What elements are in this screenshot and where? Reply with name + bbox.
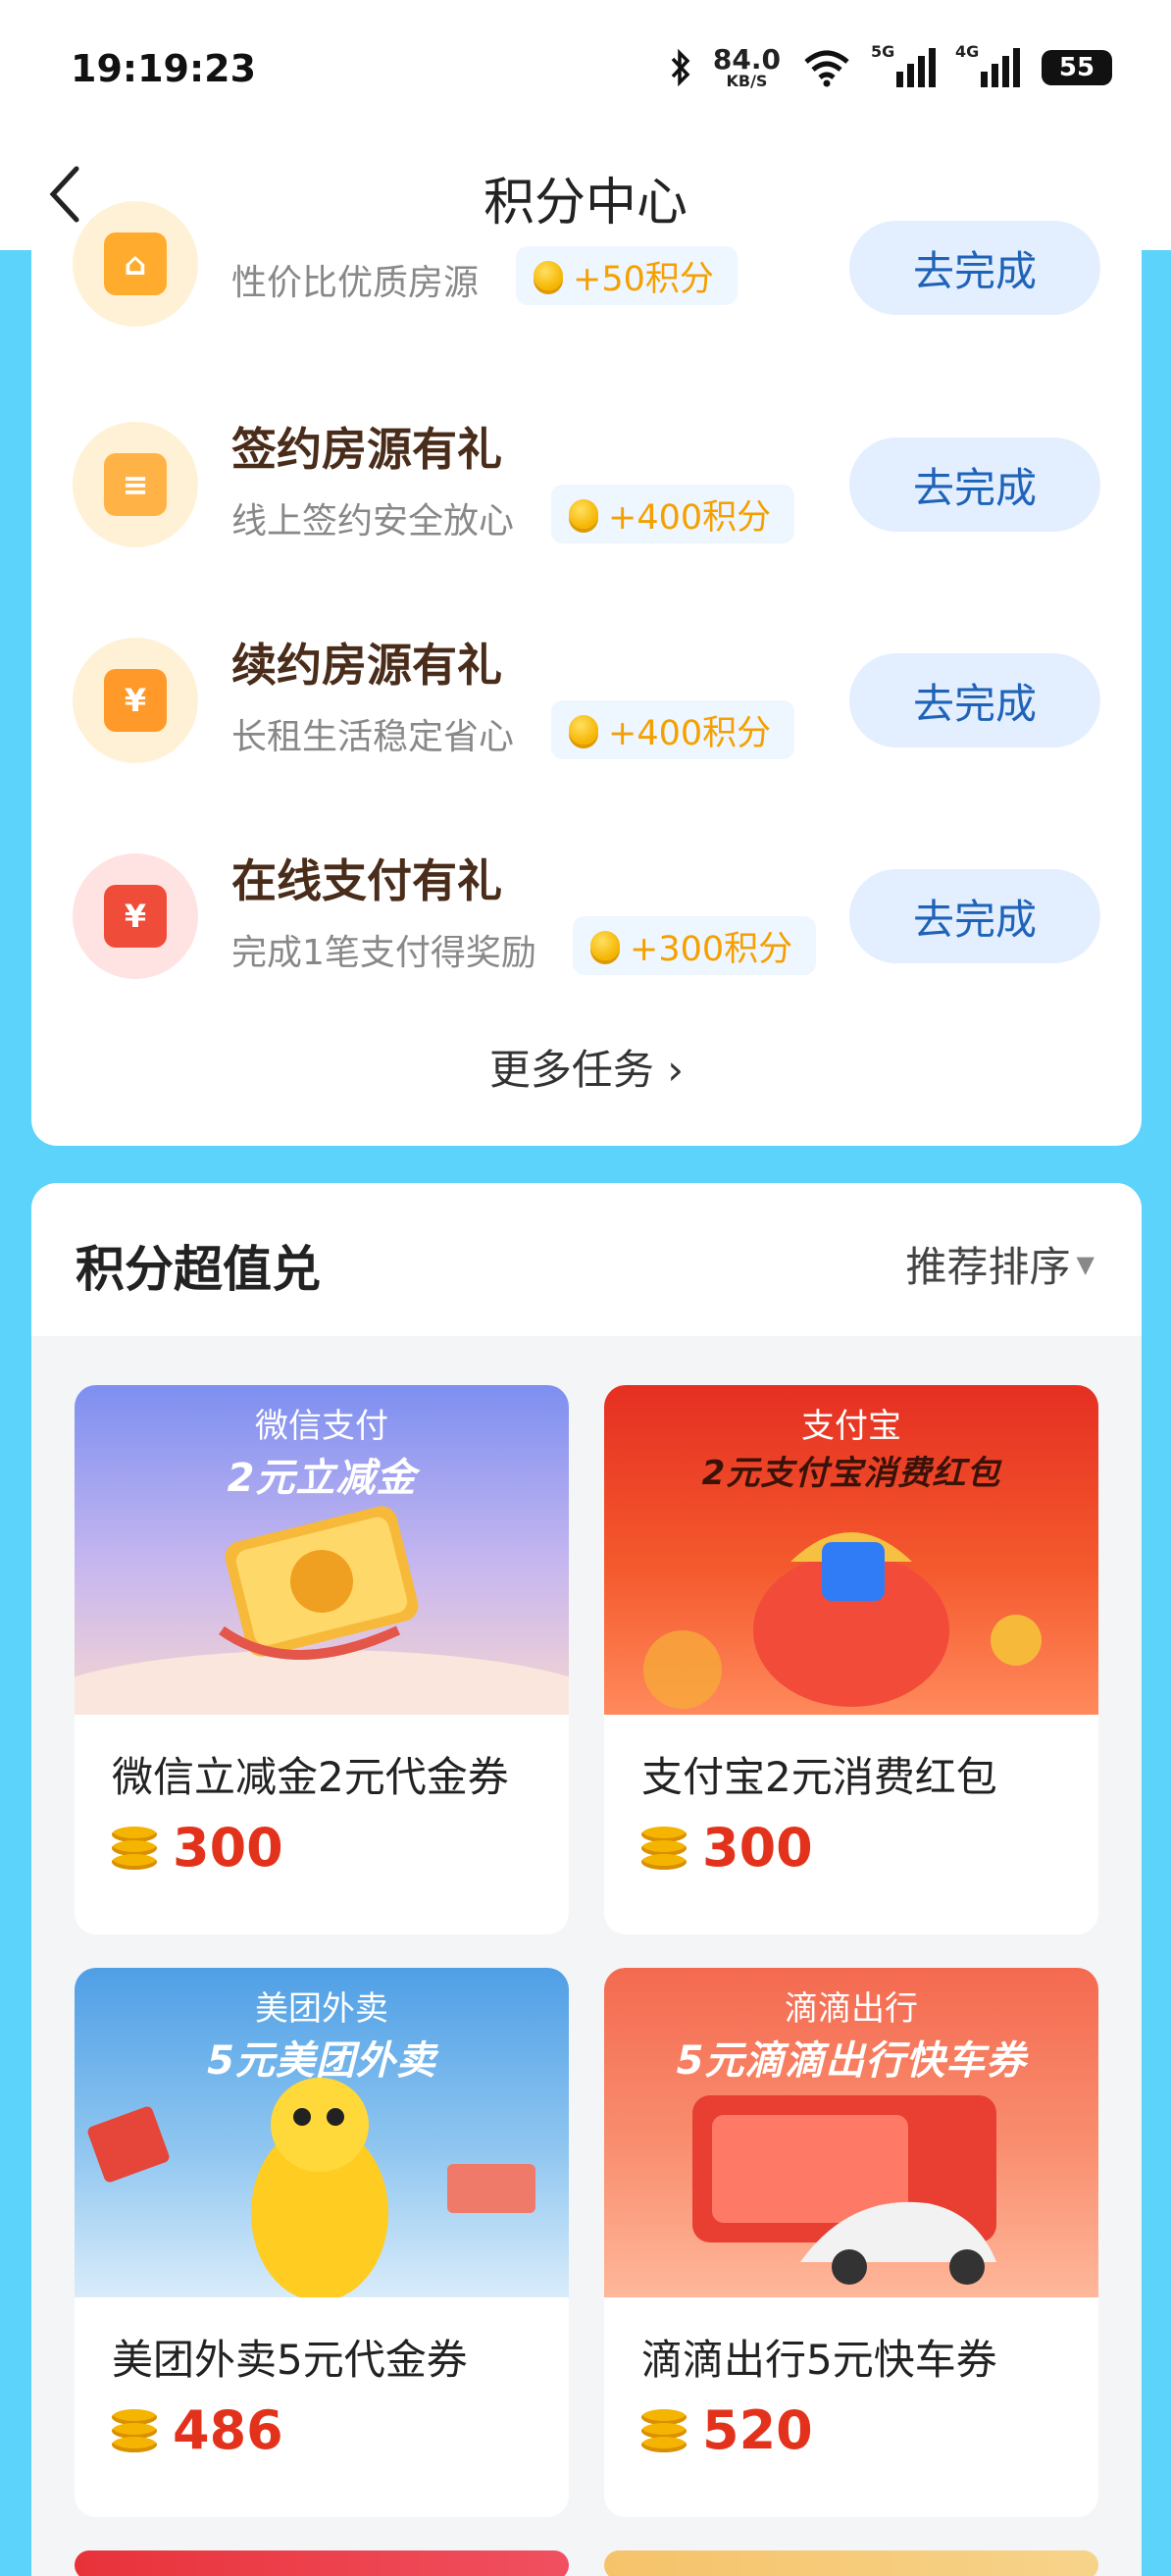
points-badge: +400积分 (551, 700, 795, 759)
product-card-didi[interactable]: 滴滴出行 5元滴滴出行快车券 滴滴出行5元快车券 520 (604, 1968, 1098, 2517)
coin-icon (569, 715, 598, 745)
coin-icon (590, 931, 620, 960)
product-name: 支付宝2元消费红包 (641, 1753, 997, 1801)
product-card-wechat[interactable]: 微信支付 2元立减金 微信立减金2元代金券 300 (75, 1385, 569, 1934)
points-exchange-section: 积分超值兑 推荐排序 ▼ 微信支付 2元立减金 微信立减金2元代金券 300 支… (31, 1183, 1142, 2576)
yuan-document-icon: ¥ (73, 638, 198, 763)
status-time: 19:19:23 (71, 47, 257, 90)
task-item-sign-contract: ≡ 签约房源有礼 线上签约安全放心 +400积分 去完成 (31, 402, 1142, 579)
task-item-online-payment: ¥ 在线支付有礼 完成1笔支付得奖励 +300积分 去完成 (31, 834, 1142, 1010)
signal-4g-icon: 4G (955, 42, 1020, 87)
task-subtitle: 完成1笔支付得奖励 (231, 933, 536, 973)
product-price: 520 (641, 2399, 813, 2461)
task-title: 在线支付有礼 (231, 854, 502, 907)
kangaroo-mascot-icon (87, 2078, 535, 2297)
product-card-next[interactable] (604, 2550, 1098, 2576)
status-bar: 19:19:23 84.0 KB/S 5G 4G 55 (0, 0, 1171, 137)
product-name: 滴滴出行5元快车券 (641, 2336, 997, 2384)
contract-icon: ≡ (73, 422, 198, 547)
product-card-meituan[interactable]: 美团外卖 5元美团外卖 美团外卖5元代金券 486 (75, 1968, 569, 2517)
product-card-next[interactable] (75, 2550, 569, 2576)
more-tasks-link[interactable]: 更多任务 › (31, 1037, 1142, 1097)
status-icons: 84.0 KB/S 5G 4G 55 (670, 42, 1112, 92)
bluetooth-icon (671, 48, 690, 87)
product-name: 微信立减金2元代金券 (112, 1753, 509, 1801)
task-subtitle: 线上签约安全放心 (231, 501, 515, 541)
product-price: 300 (112, 1817, 283, 1879)
product-banner: 美团外卖 5元美团外卖 (75, 1968, 569, 2297)
task-item-quality-listing: ⌂ 性价比优质房源 +50积分 去完成 (31, 201, 1142, 407)
wallet-icon: ¥ (73, 853, 198, 979)
task-go-button[interactable]: 去完成 (849, 869, 1100, 963)
task-go-button[interactable]: 去完成 (849, 438, 1100, 532)
task-go-button[interactable]: 去完成 (849, 653, 1100, 747)
coin-stack-icon (112, 2408, 157, 2452)
points-badge: +300积分 (573, 916, 817, 975)
product-price: 486 (112, 2399, 283, 2461)
task-subtitle: 性价比优质房源 (231, 263, 480, 303)
house-key-icon: ⌂ (73, 201, 198, 327)
sort-dropdown[interactable]: 推荐排序 ▼ (906, 1234, 1095, 1294)
product-card-alipay[interactable]: 支付宝 2元支付宝消费红包 支付宝2元消费红包 300 (604, 1385, 1098, 1934)
coin-stack-icon (641, 2408, 687, 2452)
task-title: 签约房源有礼 (231, 423, 502, 476)
task-item-renew-contract: ¥ 续约房源有礼 长租生活稳定省心 +400积分 去完成 (31, 618, 1142, 795)
task-go-button[interactable]: 去完成 (849, 221, 1100, 315)
task-subtitle: 长租生活稳定省心 (231, 717, 515, 757)
points-badge: +400积分 (551, 485, 795, 543)
product-name: 美团外卖5元代金券 (112, 2336, 468, 2384)
product-banner: 滴滴出行 5元滴滴出行快车券 (604, 1968, 1098, 2297)
coupon-ticket-icon (75, 1506, 569, 1715)
network-speed: 84.0 KB/S (712, 43, 781, 90)
coin-stack-icon (112, 1826, 157, 1870)
task-list-card: ⌂ 性价比优质房源 +50积分 去完成 ≡ 签约房源有礼 线上签约安全放心 +4… (31, 201, 1142, 1146)
signal-5g-icon: 5G (871, 42, 936, 87)
coin-icon (534, 261, 563, 290)
caret-down-icon: ▼ (1076, 1250, 1095, 1278)
exchange-header: 积分超值兑 推荐排序 ▼ (31, 1183, 1142, 1336)
section-title: 积分超值兑 (76, 1241, 321, 1298)
wifi-icon (804, 50, 849, 87)
product-banner: 微信支付 2元立减金 (75, 1385, 569, 1715)
product-price: 300 (641, 1817, 813, 1879)
car-ticket-icon (692, 2095, 996, 2285)
red-envelope-bag-icon (643, 1532, 1042, 1709)
product-banner: 支付宝 2元支付宝消费红包 (604, 1385, 1098, 1715)
task-title: 续约房源有礼 (231, 639, 502, 692)
battery-indicator: 55 (1042, 50, 1112, 85)
coin-icon (569, 499, 598, 529)
points-badge: +50积分 (516, 246, 738, 305)
coin-stack-icon (641, 1826, 687, 1870)
